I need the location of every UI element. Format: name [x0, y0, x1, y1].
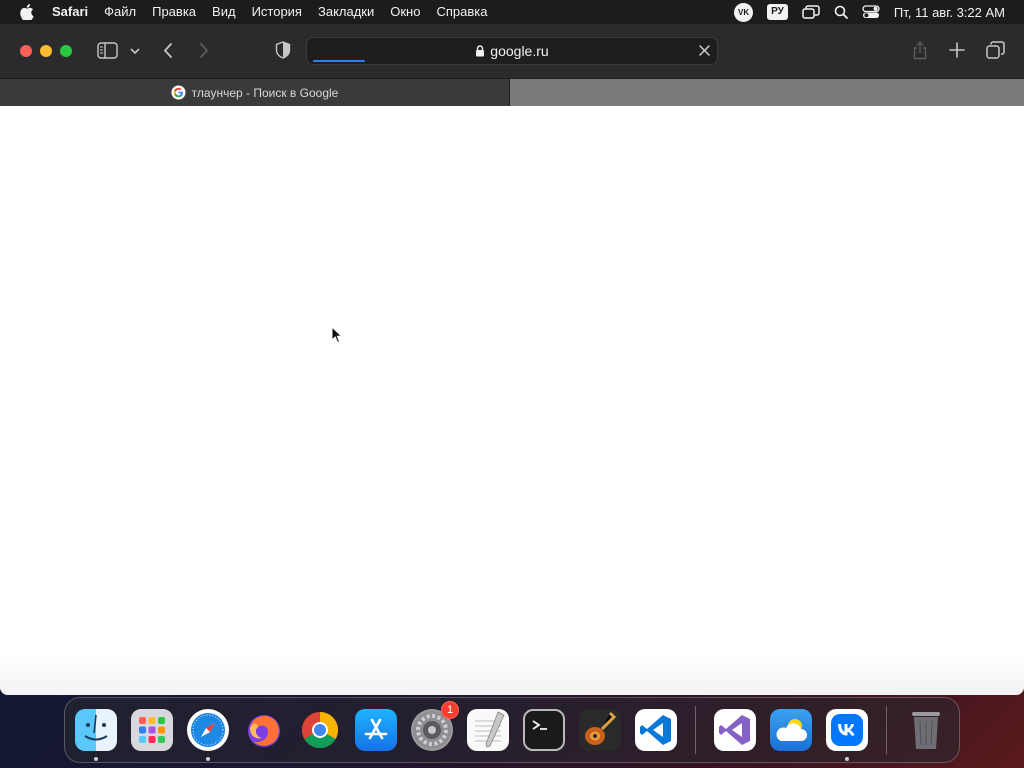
dock-separator: [886, 706, 887, 754]
tab-bar-empty-area[interactable]: [510, 79, 1024, 106]
address-text: google.ru: [490, 43, 549, 59]
page-load-progress: [313, 60, 365, 62]
forward-button[interactable]: [198, 42, 210, 59]
spotlight-search-icon[interactable]: [834, 5, 848, 19]
google-favicon-icon: [171, 85, 186, 100]
notification-badge: 1: [441, 701, 459, 719]
safari-icon[interactable]: [187, 709, 229, 761]
trash-icon[interactable]: [905, 709, 947, 751]
menu-clock[interactable]: Пт, 11 авг. 3:22 AM: [894, 5, 1005, 20]
chrome-icon[interactable]: [299, 709, 341, 751]
new-tab-icon[interactable]: [949, 42, 965, 58]
menu-bookmarks[interactable]: Закладки: [310, 0, 382, 24]
address-bar[interactable]: google.ru: [306, 37, 718, 65]
launchpad-icon[interactable]: [131, 709, 173, 751]
menu-bar: Safari Файл Правка Вид История Закладки …: [0, 0, 1024, 24]
tab-bar: тлаунчер - Поиск в Google: [0, 78, 1024, 106]
window-controls: [20, 45, 80, 57]
share-icon[interactable]: [912, 41, 928, 60]
page-bottom-shadow: [0, 655, 1024, 695]
input-language-badge[interactable]: РУ: [767, 4, 788, 20]
running-indicator: [206, 757, 210, 761]
stop-loading-icon[interactable]: [698, 44, 711, 60]
back-button[interactable]: [162, 42, 174, 59]
textedit-icon[interactable]: [467, 709, 509, 751]
control-center-icon[interactable]: [862, 5, 880, 19]
zoom-window-button[interactable]: [60, 45, 72, 57]
screen-mirroring-icon[interactable]: [802, 5, 820, 19]
garageband-icon[interactable]: [579, 709, 621, 751]
menu-window[interactable]: Окно: [382, 0, 428, 24]
apple-menu-icon[interactable]: [19, 4, 35, 20]
finder-icon[interactable]: [75, 709, 117, 761]
tab-google-search[interactable]: тлаунчер - Поиск в Google: [0, 79, 510, 106]
menu-help[interactable]: Справка: [428, 0, 495, 24]
mouse-pointer-icon: [331, 325, 343, 349]
vk-status-icon[interactable]: VK: [734, 2, 754, 22]
chevron-down-icon[interactable]: [130, 47, 140, 55]
safari-window: google.ru тлаунчер - Поиск в Google: [0, 24, 1024, 695]
browser-toolbar: google.ru: [0, 24, 1024, 78]
weather-icon[interactable]: [770, 709, 812, 751]
firefox-icon[interactable]: [243, 709, 285, 751]
visual-studio-icon[interactable]: [714, 709, 756, 751]
menu-history[interactable]: История: [244, 0, 310, 24]
sidebar-toggle-icon[interactable]: [97, 42, 118, 59]
terminal-icon[interactable]: [523, 709, 565, 751]
running-indicator: [94, 757, 98, 761]
dock-separator: [695, 706, 696, 754]
tab-title: тлаунчер - Поиск в Google: [191, 85, 339, 100]
lock-icon: [475, 45, 485, 57]
dock: 1: [64, 697, 960, 763]
close-window-button[interactable]: [20, 45, 32, 57]
web-page-content[interactable]: [0, 106, 1024, 695]
menu-view[interactable]: Вид: [204, 0, 244, 24]
minimize-window-button[interactable]: [40, 45, 52, 57]
privacy-shield-icon[interactable]: [275, 41, 291, 59]
app-store-icon[interactable]: [355, 709, 397, 751]
tab-overview-icon[interactable]: [986, 41, 1005, 59]
menu-file[interactable]: Файл: [96, 0, 144, 24]
menu-edit[interactable]: Правка: [144, 0, 204, 24]
vscode-icon[interactable]: [635, 709, 677, 751]
menu-app-name[interactable]: Safari: [46, 0, 96, 24]
settings-icon[interactable]: 1: [411, 701, 459, 751]
vk-icon[interactable]: [826, 709, 868, 761]
running-indicator: [845, 757, 849, 761]
